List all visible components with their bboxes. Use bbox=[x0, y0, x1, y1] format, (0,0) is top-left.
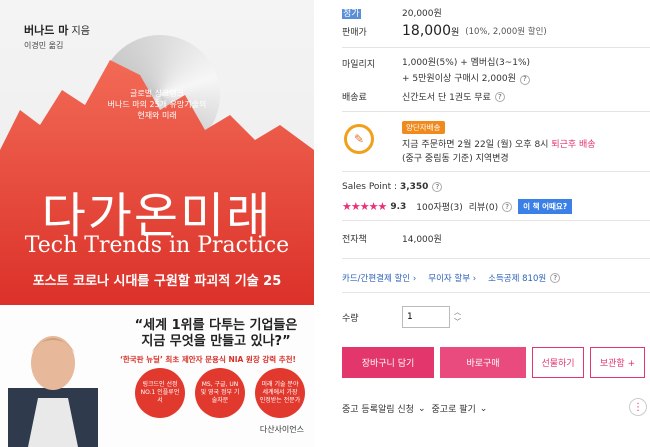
wishlist-button[interactable]: 보관함 + bbox=[590, 347, 645, 378]
shipping-value: 신간도서 단 1권도 무료 bbox=[402, 93, 491, 103]
help-icon[interactable]: ? bbox=[502, 201, 513, 212]
cover-title-english: Tech Trends in Practice bbox=[24, 233, 290, 258]
used-book-links: 중고 등록알림 신청 ⌄ 중고로 팔기 ⌄ bbox=[342, 402, 488, 416]
chevron-down-icon[interactable]: ⌄ bbox=[418, 404, 426, 414]
divider bbox=[342, 220, 650, 221]
star-rating-icon: ★★★★★ bbox=[342, 200, 387, 213]
chevron-down-icon[interactable]: ﹀ bbox=[454, 318, 461, 326]
used-alert-link[interactable]: 중고 등록알림 신청 bbox=[342, 402, 414, 415]
gift-button[interactable]: 선물하기 bbox=[532, 347, 584, 378]
card-discount-link[interactable]: 카드/간편결제 할인 › bbox=[342, 272, 416, 284]
cover-badge: 미래 기술 분야 세계에서 가장 인정받는 전문가 bbox=[255, 368, 305, 418]
cover-badges: 링크드인 선정 NO.1 인플루언서 MS, 구글, UN 및 영국 정부 기술… bbox=[135, 368, 305, 418]
more-options-icon[interactable]: ⋮ bbox=[629, 398, 647, 416]
help-icon[interactable]: ? bbox=[519, 74, 530, 85]
sale-discount: (10%, 2,000원 할인) bbox=[465, 27, 547, 37]
delivery-highlight: 퇴근후 배송 bbox=[551, 140, 596, 150]
sales-point-row: Sales Point : 3,350 ? bbox=[342, 182, 443, 192]
list-price-label: 정가 bbox=[342, 9, 361, 19]
shipping-row: 배송료 신간도서 단 1권도 무료 ? bbox=[342, 90, 505, 103]
review-count-link[interactable]: 100자평(3) bbox=[416, 200, 463, 213]
ebook-label: 전자책 bbox=[342, 235, 367, 245]
help-icon[interactable]: ? bbox=[550, 273, 561, 283]
author-portrait bbox=[8, 336, 98, 447]
list-price-row: 정가 20,000원 bbox=[342, 6, 442, 19]
tax-deduction-link[interactable]: 소득공제 810원 bbox=[488, 272, 546, 284]
cover-tagline: 글로벌 싱크탱크 버나드 마의 25개 유망기술의 현재와 미래 bbox=[107, 89, 207, 120]
book-cover[interactable]: 버나드 마 지음 이경민 옮김 글로벌 싱크탱크 버나드 마의 25개 유망기술… bbox=[0, 0, 314, 447]
sales-point-label: Sales Point : bbox=[342, 182, 398, 192]
divider bbox=[342, 292, 650, 293]
sale-price-row: 판매가 18,000원 (10%, 2,000원 할인) bbox=[342, 23, 547, 39]
cover-promo: ‘한국판 뉴딜’ 최초 제안자 문용식 NIA 원장 강력 추천! bbox=[120, 355, 296, 364]
ebook-row[interactable]: 전자책 14,000원 bbox=[342, 232, 442, 245]
add-to-cart-button[interactable]: 장바구니 담기 bbox=[342, 347, 434, 378]
chevron-up-icon[interactable]: ︿ bbox=[454, 308, 461, 316]
quantity-row: 수량 ︿ ﹀ bbox=[342, 306, 461, 328]
delivery-type-badge: 양단자배송 bbox=[402, 121, 445, 134]
sale-price-value: 18,000원 bbox=[402, 23, 460, 39]
list-price-value: 20,000원 bbox=[402, 9, 442, 19]
used-sell-link[interactable]: 중고로 팔기 bbox=[432, 402, 476, 415]
divider bbox=[342, 111, 650, 112]
rating-score: 9.3 bbox=[390, 201, 407, 212]
quantity-label: 수량 bbox=[342, 313, 359, 324]
shipping-label: 배송료 bbox=[342, 93, 367, 103]
help-icon[interactable]: ? bbox=[494, 91, 505, 102]
cover-badge: MS, 구글, UN 및 영국 정부 기술자문 bbox=[195, 368, 245, 418]
mileage-row: 마일리지 1,000원(5%) + 멤버십(3~1%) + 5만원이상 구매시 … bbox=[342, 57, 530, 86]
mileage-line1: 1,000원(5%) + 멤버십(3~1%) bbox=[402, 58, 531, 68]
sales-point-value: 3,350 bbox=[399, 182, 429, 192]
review-link[interactable]: 리뷰(0) bbox=[469, 200, 498, 213]
divider bbox=[342, 258, 650, 259]
help-icon[interactable]: ? bbox=[432, 182, 443, 192]
product-info-panel: 정가 20,000원 판매가 18,000원 (10%, 2,000원 할인) … bbox=[342, 0, 650, 447]
payment-links: 카드/간편결제 할인 › 무이자 할부 › 소득공제 810원 ? bbox=[342, 272, 561, 284]
sale-price-label: 판매가 bbox=[342, 27, 367, 38]
divider bbox=[342, 171, 650, 172]
review-prompt-button[interactable]: 이 책 어때요? bbox=[518, 199, 573, 214]
delivery-badge-row: 양단자배송 bbox=[402, 121, 445, 134]
quantity-input[interactable] bbox=[402, 306, 450, 328]
delivery-line1: 지금 주문하면 2월 22일 (월) 오후 8시 퇴근후 배송 bbox=[402, 137, 596, 150]
ebook-price: 14,000원 bbox=[402, 235, 442, 245]
mileage-line2: + 5만원이상 구매시 2,000원? bbox=[402, 73, 530, 86]
cover-publisher: 다산사이언스 bbox=[259, 425, 304, 434]
chevron-down-icon[interactable]: ⌄ bbox=[480, 404, 488, 414]
quantity-stepper[interactable]: ︿ ﹀ bbox=[454, 308, 461, 326]
delivery-line2[interactable]: (중구 중림동 기준) 지역변경 bbox=[402, 151, 509, 164]
cover-badge: 링크드인 선정 NO.1 인플루언서 bbox=[135, 368, 185, 418]
divider bbox=[342, 47, 650, 48]
delivery-clock-icon: ✎ bbox=[344, 124, 374, 154]
mileage-label: 마일리지 bbox=[342, 60, 376, 70]
cover-subtitle: 포스트 코로나 시대를 구원할 파괴적 기술 25 bbox=[32, 274, 282, 289]
rating-row: ★★★★★ 9.3 100자평(3) 리뷰(0) ? 이 책 어때요? bbox=[342, 199, 573, 214]
installment-link[interactable]: 무이자 할부 › bbox=[428, 272, 476, 284]
buy-now-button[interactable]: 바로구매 bbox=[440, 347, 526, 378]
cover-quote: “세계 1위를 다투는 기업들은 지금 무엇을 만들고 있나?” bbox=[134, 318, 298, 349]
